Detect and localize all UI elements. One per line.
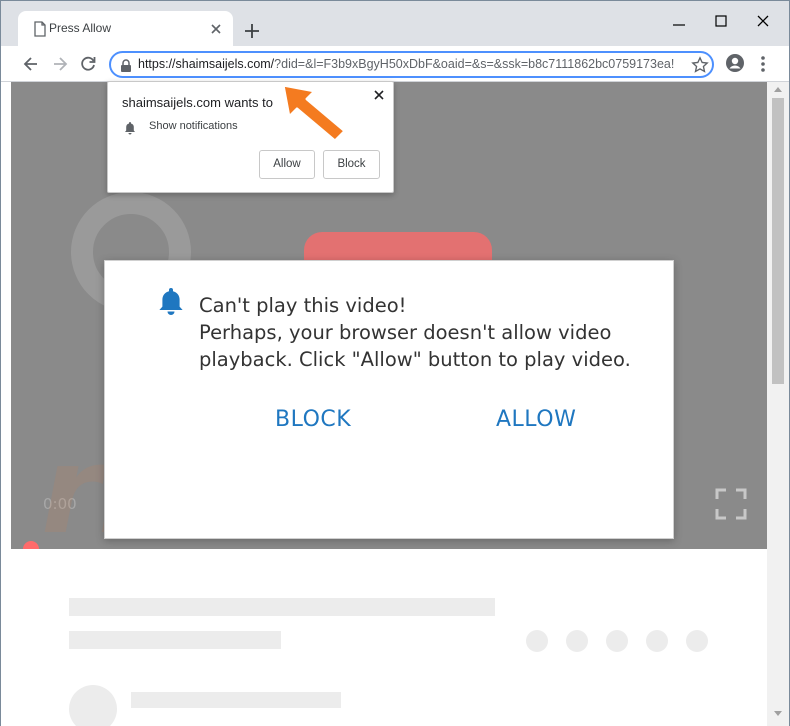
bell-icon [125,122,135,135]
address-bar[interactable]: https://shaimsaijels.com/?did=&l=F3b9xBg… [109,51,714,78]
kebab-menu-icon[interactable] [757,53,769,75]
back-arrow-icon[interactable] [21,54,41,74]
bell-icon [159,288,183,315]
placeholder-icon [566,630,588,652]
scroll-down-icon[interactable] [773,710,783,718]
scroll-up-icon[interactable] [773,85,783,93]
tab-strip: Press Allow [1,1,789,46]
scrollbar[interactable] [767,82,789,726]
allow-button[interactable]: Allow [259,150,315,179]
close-icon[interactable] [372,88,386,102]
dialog-allow-button[interactable]: ALLOW [496,407,576,432]
placeholder-icon [686,630,708,652]
placeholder-subtitle [69,631,281,649]
video-progress-handle[interactable] [23,541,39,549]
maximize-icon[interactable] [711,11,731,31]
tab-title: Press Allow [49,21,112,35]
scroll-thumb[interactable] [772,98,784,384]
block-button[interactable]: Block [323,150,380,179]
pointer-arrow-icon [281,83,347,143]
tab-active[interactable]: Press Allow [18,11,233,46]
window-close-icon[interactable] [753,11,773,31]
prompt-title: shaimsaijels.com wants to [122,95,273,110]
url-text[interactable]: https://shaimsaijels.com/?did=&l=F3b9xBg… [138,57,678,71]
dialog-line1: Can't play this video! [199,294,407,317]
placeholder-icon [526,630,548,652]
dialog-line2: Perhaps, your browser doesn't allow vide… [199,321,631,371]
url-host: https://shaimsaijels.com/ [138,57,275,71]
placeholder-icon [606,630,628,652]
new-tab-icon[interactable] [242,21,262,41]
minimize-icon[interactable] [669,11,689,31]
fake-video-dialog: Can't play this video! Perhaps, your bro… [104,260,674,539]
fullscreen-icon[interactable] [714,487,748,521]
url-query: ?did=&l=F3b9xBgyH50xDbF&oaid=&s=&ssk=b8c… [274,57,675,71]
forward-arrow-icon[interactable] [50,54,70,74]
lock-icon[interactable] [120,59,132,73]
browser-window: Press Allow https://shaimsaijels.com/?di… [0,0,790,726]
dialog-message: Can't play this video! Perhaps, your bro… [199,292,659,373]
star-icon[interactable] [691,56,709,74]
dialog-block-button[interactable]: BLOCK [275,407,351,432]
toolbar: https://shaimsaijels.com/?did=&l=F3b9xBg… [1,46,789,82]
permission-label: Show notifications [149,120,238,132]
reload-icon[interactable] [78,54,98,74]
placeholder-icon [646,630,668,652]
placeholder-channel [131,692,341,708]
tab-close-icon[interactable] [208,21,224,37]
page-icon [34,21,46,37]
placeholder-avatar [69,685,117,726]
account-icon[interactable] [725,53,745,73]
placeholder-title [69,598,495,616]
